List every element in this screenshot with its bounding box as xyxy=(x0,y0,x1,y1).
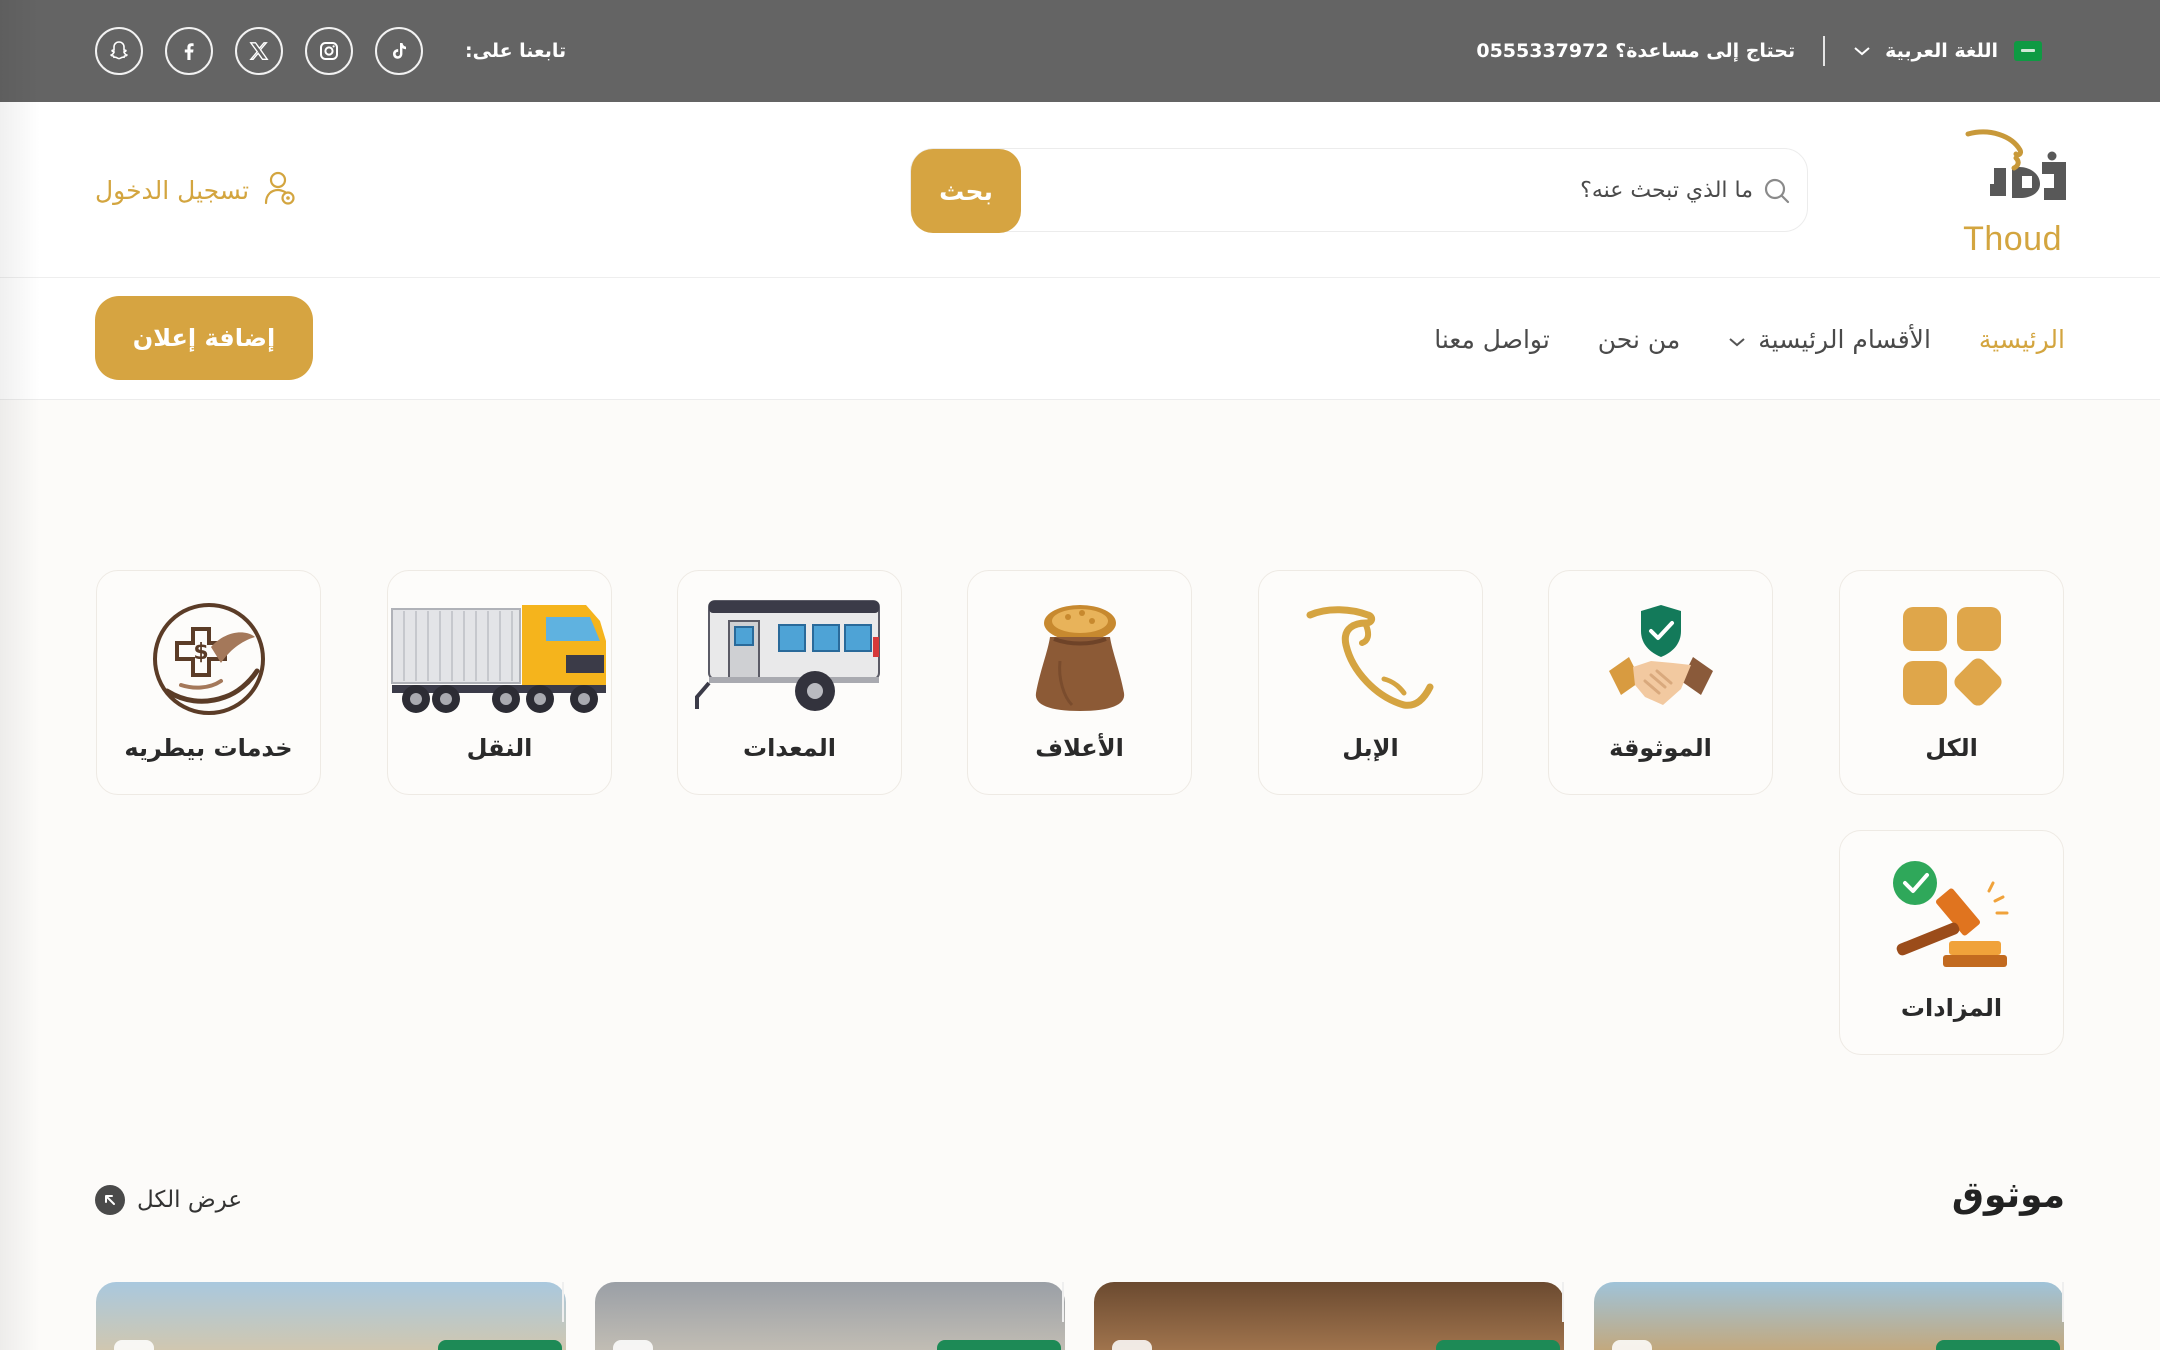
social-links: تابعنا على: xyxy=(95,0,566,102)
listing-card[interactable] xyxy=(1594,1282,2064,1350)
category-all[interactable]: الكل xyxy=(1839,570,2064,795)
nav-item-categories[interactable]: الأقسام الرئيسية xyxy=(1728,325,1931,354)
card-divider xyxy=(1062,1282,1064,1322)
site-header: Thoud بحث تسجيل الدخول xyxy=(0,102,2160,278)
truck-icon xyxy=(390,601,610,720)
view-all-label: عرض الكل xyxy=(137,1187,243,1213)
nav-item-home[interactable]: الرئيسية xyxy=(1979,325,2065,354)
x-icon[interactable] xyxy=(235,27,283,75)
category-label: خدمات بيطريه xyxy=(124,734,293,762)
category-label: الكل xyxy=(1925,734,1978,762)
category-feed[interactable]: الأعلاف xyxy=(967,570,1192,795)
veterinary-icon: $ xyxy=(149,601,269,725)
user-icon xyxy=(263,170,297,210)
verified-badge xyxy=(1936,1340,2060,1350)
favorite-icon[interactable] xyxy=(114,1340,154,1350)
category-transport[interactable]: النقل xyxy=(387,570,612,795)
category-label: المعدات xyxy=(742,734,837,762)
nav-item-label: من نحن xyxy=(1597,324,1681,354)
search-button[interactable]: بحث xyxy=(911,149,1021,233)
category-label: الموثوقة xyxy=(1609,734,1712,762)
language-selector[interactable]: اللغة العربية xyxy=(1885,40,1998,62)
category-label: الأعلاف xyxy=(1035,734,1124,762)
camel-logo-icon xyxy=(1306,601,1436,720)
add-ad-button[interactable]: إضافة إعلان xyxy=(95,296,313,380)
verified-badge xyxy=(438,1340,562,1350)
grid-icon xyxy=(1897,601,2007,715)
nav-item-about[interactable]: من نحن xyxy=(1598,325,1681,354)
top-bar: اللغة العربية تحتاج إلى مساعدة؟ 05553379… xyxy=(0,0,2160,102)
verified-badge xyxy=(937,1340,1061,1350)
main-nav: الرئيسية الأقسام الرئيسية من نحن تواصل م… xyxy=(0,278,2160,400)
verified-badge xyxy=(1436,1340,1560,1350)
top-bar-info: اللغة العربية تحتاج إلى مساعدة؟ 05553379… xyxy=(1476,0,2042,102)
help-phone[interactable]: 0555337972 xyxy=(1476,40,1608,62)
divider xyxy=(1823,36,1826,66)
follow-us-label: تابعنا على: xyxy=(465,40,567,62)
nav-item-label: الأقسام الرئيسية xyxy=(1758,324,1931,354)
snapchat-icon[interactable] xyxy=(95,27,143,75)
svg-text:$: $ xyxy=(193,640,208,665)
category-label: المزادات xyxy=(1900,994,2003,1022)
search-bar: بحث xyxy=(910,148,1808,233)
listing-card[interactable] xyxy=(96,1282,566,1350)
category-label: النقل xyxy=(466,734,533,762)
category-auctions[interactable]: المزادات xyxy=(1839,830,2064,1055)
listing-card[interactable] xyxy=(1094,1282,1564,1350)
login-link[interactable]: تسجيل الدخول xyxy=(95,170,297,210)
saudi-flag-icon xyxy=(2014,41,2042,61)
chevron-down-icon[interactable] xyxy=(1853,45,1871,57)
search-input[interactable] xyxy=(1193,167,1753,213)
trailer-icon xyxy=(694,597,885,721)
favorite-icon[interactable] xyxy=(1112,1340,1152,1350)
nav-item-label: الرئيسية xyxy=(1978,324,2065,354)
category-label: الإبل xyxy=(1342,734,1399,762)
category-equipment[interactable]: المعدات xyxy=(677,570,902,795)
verified-handshake-icon xyxy=(1601,601,1721,720)
instagram-icon[interactable] xyxy=(305,27,353,75)
favorite-icon[interactable] xyxy=(613,1340,653,1350)
section-title: موثوق xyxy=(1951,1175,2065,1216)
search-icon xyxy=(1763,177,1791,209)
card-divider xyxy=(1562,1282,1564,1322)
help-text: تحتاج إلى مساعدة؟ 0555337972 xyxy=(1476,40,1795,62)
category-camels[interactable]: الإبل xyxy=(1258,570,1483,795)
nav-item-label: تواصل معنا xyxy=(1434,324,1550,354)
arrow-up-left-icon xyxy=(95,1185,125,1215)
nav-item-contact[interactable]: تواصل معنا xyxy=(1434,325,1550,354)
chevron-down-icon xyxy=(1728,325,1746,354)
nav-menu: الرئيسية الأقسام الرئيسية من نحن تواصل م… xyxy=(1434,278,2065,400)
listing-card[interactable] xyxy=(595,1282,1065,1350)
login-label: تسجيل الدخول xyxy=(95,175,250,205)
auction-gavel-icon xyxy=(1887,861,2017,985)
favorite-icon[interactable] xyxy=(1612,1340,1652,1350)
card-divider xyxy=(2062,1282,2064,1322)
help-label: تحتاج إلى مساعدة؟ xyxy=(1615,40,1796,62)
card-divider xyxy=(562,1282,564,1322)
logo-wordmark: Thoud xyxy=(1963,220,2062,258)
category-veterinary[interactable]: $ خدمات بيطريه xyxy=(96,570,321,795)
view-all-link[interactable]: عرض الكل xyxy=(95,1185,242,1215)
category-verified[interactable]: الموثوقة xyxy=(1548,570,1773,795)
facebook-icon[interactable] xyxy=(165,27,213,75)
feed-sack-icon xyxy=(1020,601,1140,720)
tiktok-icon[interactable] xyxy=(375,27,423,75)
